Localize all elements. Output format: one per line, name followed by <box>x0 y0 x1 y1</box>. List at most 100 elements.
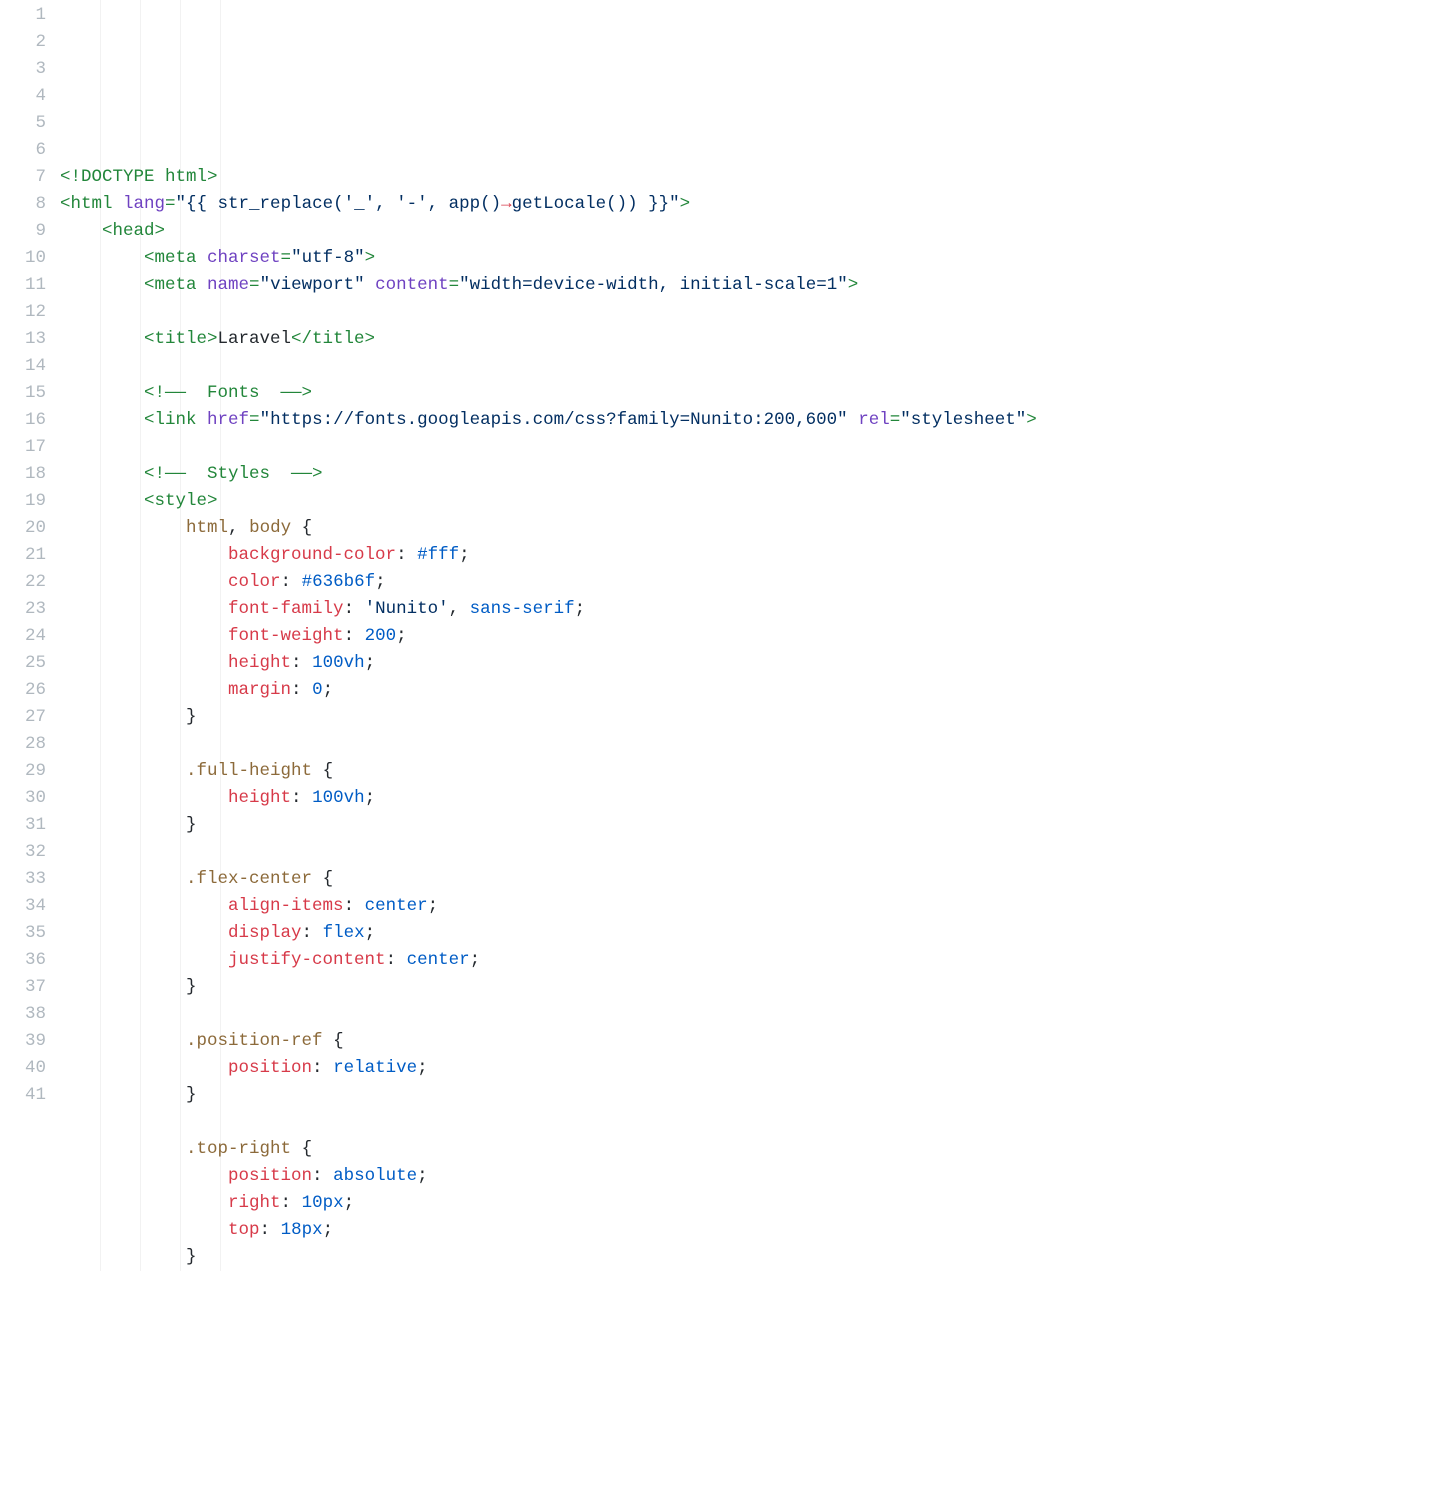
code-line[interactable]: } <box>60 974 1445 1001</box>
code-line[interactable]: } <box>60 1082 1445 1109</box>
code-line[interactable] <box>60 1109 1445 1136</box>
token-tag: <link <box>144 410 207 430</box>
code-line[interactable]: font-family: 'Nunito', sans-serif; <box>60 596 1445 623</box>
code-line[interactable]: <link href="https://fonts.googleapis.com… <box>60 407 1445 434</box>
code-line[interactable]: <!—— Fonts ——> <box>60 380 1445 407</box>
code-line[interactable]: background-color: #fff; <box>60 542 1445 569</box>
token-txt: ; <box>396 626 407 646</box>
code-editor[interactable]: 1234567891011121314151617181920212223242… <box>0 0 1445 1271</box>
line-number: 17 <box>0 434 46 461</box>
code-line[interactable]: margin: 0; <box>60 677 1445 704</box>
code-line[interactable]: align-items: center; <box>60 893 1445 920</box>
code-line[interactable]: } <box>60 812 1445 839</box>
token-num: 18px <box>281 1220 323 1240</box>
token-txt: : <box>291 680 312 700</box>
line-number: 41 <box>0 1082 46 1109</box>
token-tag: = <box>890 410 901 430</box>
code-line[interactable] <box>60 353 1445 380</box>
code-line[interactable]: position: absolute; <box>60 1163 1445 1190</box>
code-line[interactable]: <title>Laravel</title> <box>60 326 1445 353</box>
code-line[interactable]: <html lang="{{ str_replace('_', '-', app… <box>60 191 1445 218</box>
token-txt: : <box>344 599 365 619</box>
token-prop: height <box>228 653 291 673</box>
token-attr: rel <box>858 410 890 430</box>
token-txt: { <box>291 1139 312 1159</box>
token-csssel: html <box>186 518 228 538</box>
code-line[interactable]: display: flex; <box>60 920 1445 947</box>
token-tag: <meta <box>144 248 207 268</box>
line-number: 14 <box>0 353 46 380</box>
code-line[interactable]: } <box>60 1244 1445 1271</box>
code-line[interactable]: html, body { <box>60 515 1445 542</box>
token-txt: : <box>312 1058 333 1078</box>
token-tag: > <box>848 275 859 295</box>
token-tag: > <box>1026 410 1037 430</box>
line-number: 20 <box>0 515 46 542</box>
code-line[interactable]: .full-height { <box>60 758 1445 785</box>
token-txt: ; <box>459 545 470 565</box>
code-line[interactable]: right: 10px; <box>60 1190 1445 1217</box>
token-csssel: .flex-center <box>186 869 312 889</box>
token-prop: font-family <box>228 599 344 619</box>
line-number: 13 <box>0 326 46 353</box>
code-line[interactable]: top: 18px; <box>60 1217 1445 1244</box>
line-number: 39 <box>0 1028 46 1055</box>
code-line[interactable]: justify-content: center; <box>60 947 1445 974</box>
code-line[interactable]: .flex-center { <box>60 866 1445 893</box>
token-str: 'Nunito' <box>365 599 449 619</box>
token-txt: Laravel <box>218 329 292 349</box>
code-line[interactable]: <!DOCTYPE html> <box>60 164 1445 191</box>
token-str: "https://fonts.googleapis.com/css?family… <box>260 410 848 430</box>
code-line[interactable]: } <box>60 704 1445 731</box>
token-op: → <box>501 194 512 214</box>
token-txt: } <box>186 1247 197 1267</box>
token-txt: : <box>312 1166 333 1186</box>
line-number: 11 <box>0 272 46 299</box>
token-tag: = <box>449 275 460 295</box>
token-txt: { <box>312 761 333 781</box>
token-txt: ; <box>323 1220 334 1240</box>
code-line[interactable] <box>60 1001 1445 1028</box>
code-line[interactable]: .position-ref { <box>60 1028 1445 1055</box>
code-area[interactable]: <!DOCTYPE html><html lang="{{ str_replac… <box>60 0 1445 1271</box>
code-line[interactable]: <meta charset="utf-8"> <box>60 245 1445 272</box>
token-tag: = <box>249 410 260 430</box>
token-txt: } <box>186 815 197 835</box>
token-prop: justify-content <box>228 950 386 970</box>
code-line[interactable]: color: #636b6f; <box>60 569 1445 596</box>
token-txt: ; <box>375 572 386 592</box>
token-tag: = <box>281 248 292 268</box>
token-str: "stylesheet" <box>900 410 1026 430</box>
line-number: 16 <box>0 407 46 434</box>
token-prop: right <box>228 1193 281 1213</box>
code-line[interactable]: <style> <box>60 488 1445 515</box>
code-line[interactable] <box>60 299 1445 326</box>
token-tag: <title> <box>144 329 218 349</box>
code-line[interactable]: height: 100vh; <box>60 785 1445 812</box>
token-prop: top <box>228 1220 260 1240</box>
line-number: 32 <box>0 839 46 866</box>
code-line[interactable]: <meta name="viewport" content="width=dev… <box>60 272 1445 299</box>
code-line[interactable]: font-weight: 200; <box>60 623 1445 650</box>
token-txt: ; <box>417 1166 428 1186</box>
token-tag <box>848 410 859 430</box>
token-cmt: <!—— Styles ——> <box>144 464 323 484</box>
code-line[interactable] <box>60 731 1445 758</box>
code-line[interactable] <box>60 839 1445 866</box>
code-line[interactable] <box>60 434 1445 461</box>
token-num: 10px <box>302 1193 344 1213</box>
token-str: "width=device-width, initial-scale=1" <box>459 275 848 295</box>
code-line[interactable]: position: relative; <box>60 1055 1445 1082</box>
code-line[interactable]: <head> <box>60 218 1445 245</box>
line-number: 21 <box>0 542 46 569</box>
line-number: 9 <box>0 218 46 245</box>
line-number: 35 <box>0 920 46 947</box>
token-val: center <box>407 950 470 970</box>
token-txt: ; <box>344 1193 355 1213</box>
token-txt: ; <box>417 1058 428 1078</box>
code-line[interactable]: .top-right { <box>60 1136 1445 1163</box>
token-csssel: .position-ref <box>186 1031 323 1051</box>
code-line[interactable]: height: 100vh; <box>60 650 1445 677</box>
token-txt: ; <box>575 599 586 619</box>
code-line[interactable]: <!—— Styles ——> <box>60 461 1445 488</box>
